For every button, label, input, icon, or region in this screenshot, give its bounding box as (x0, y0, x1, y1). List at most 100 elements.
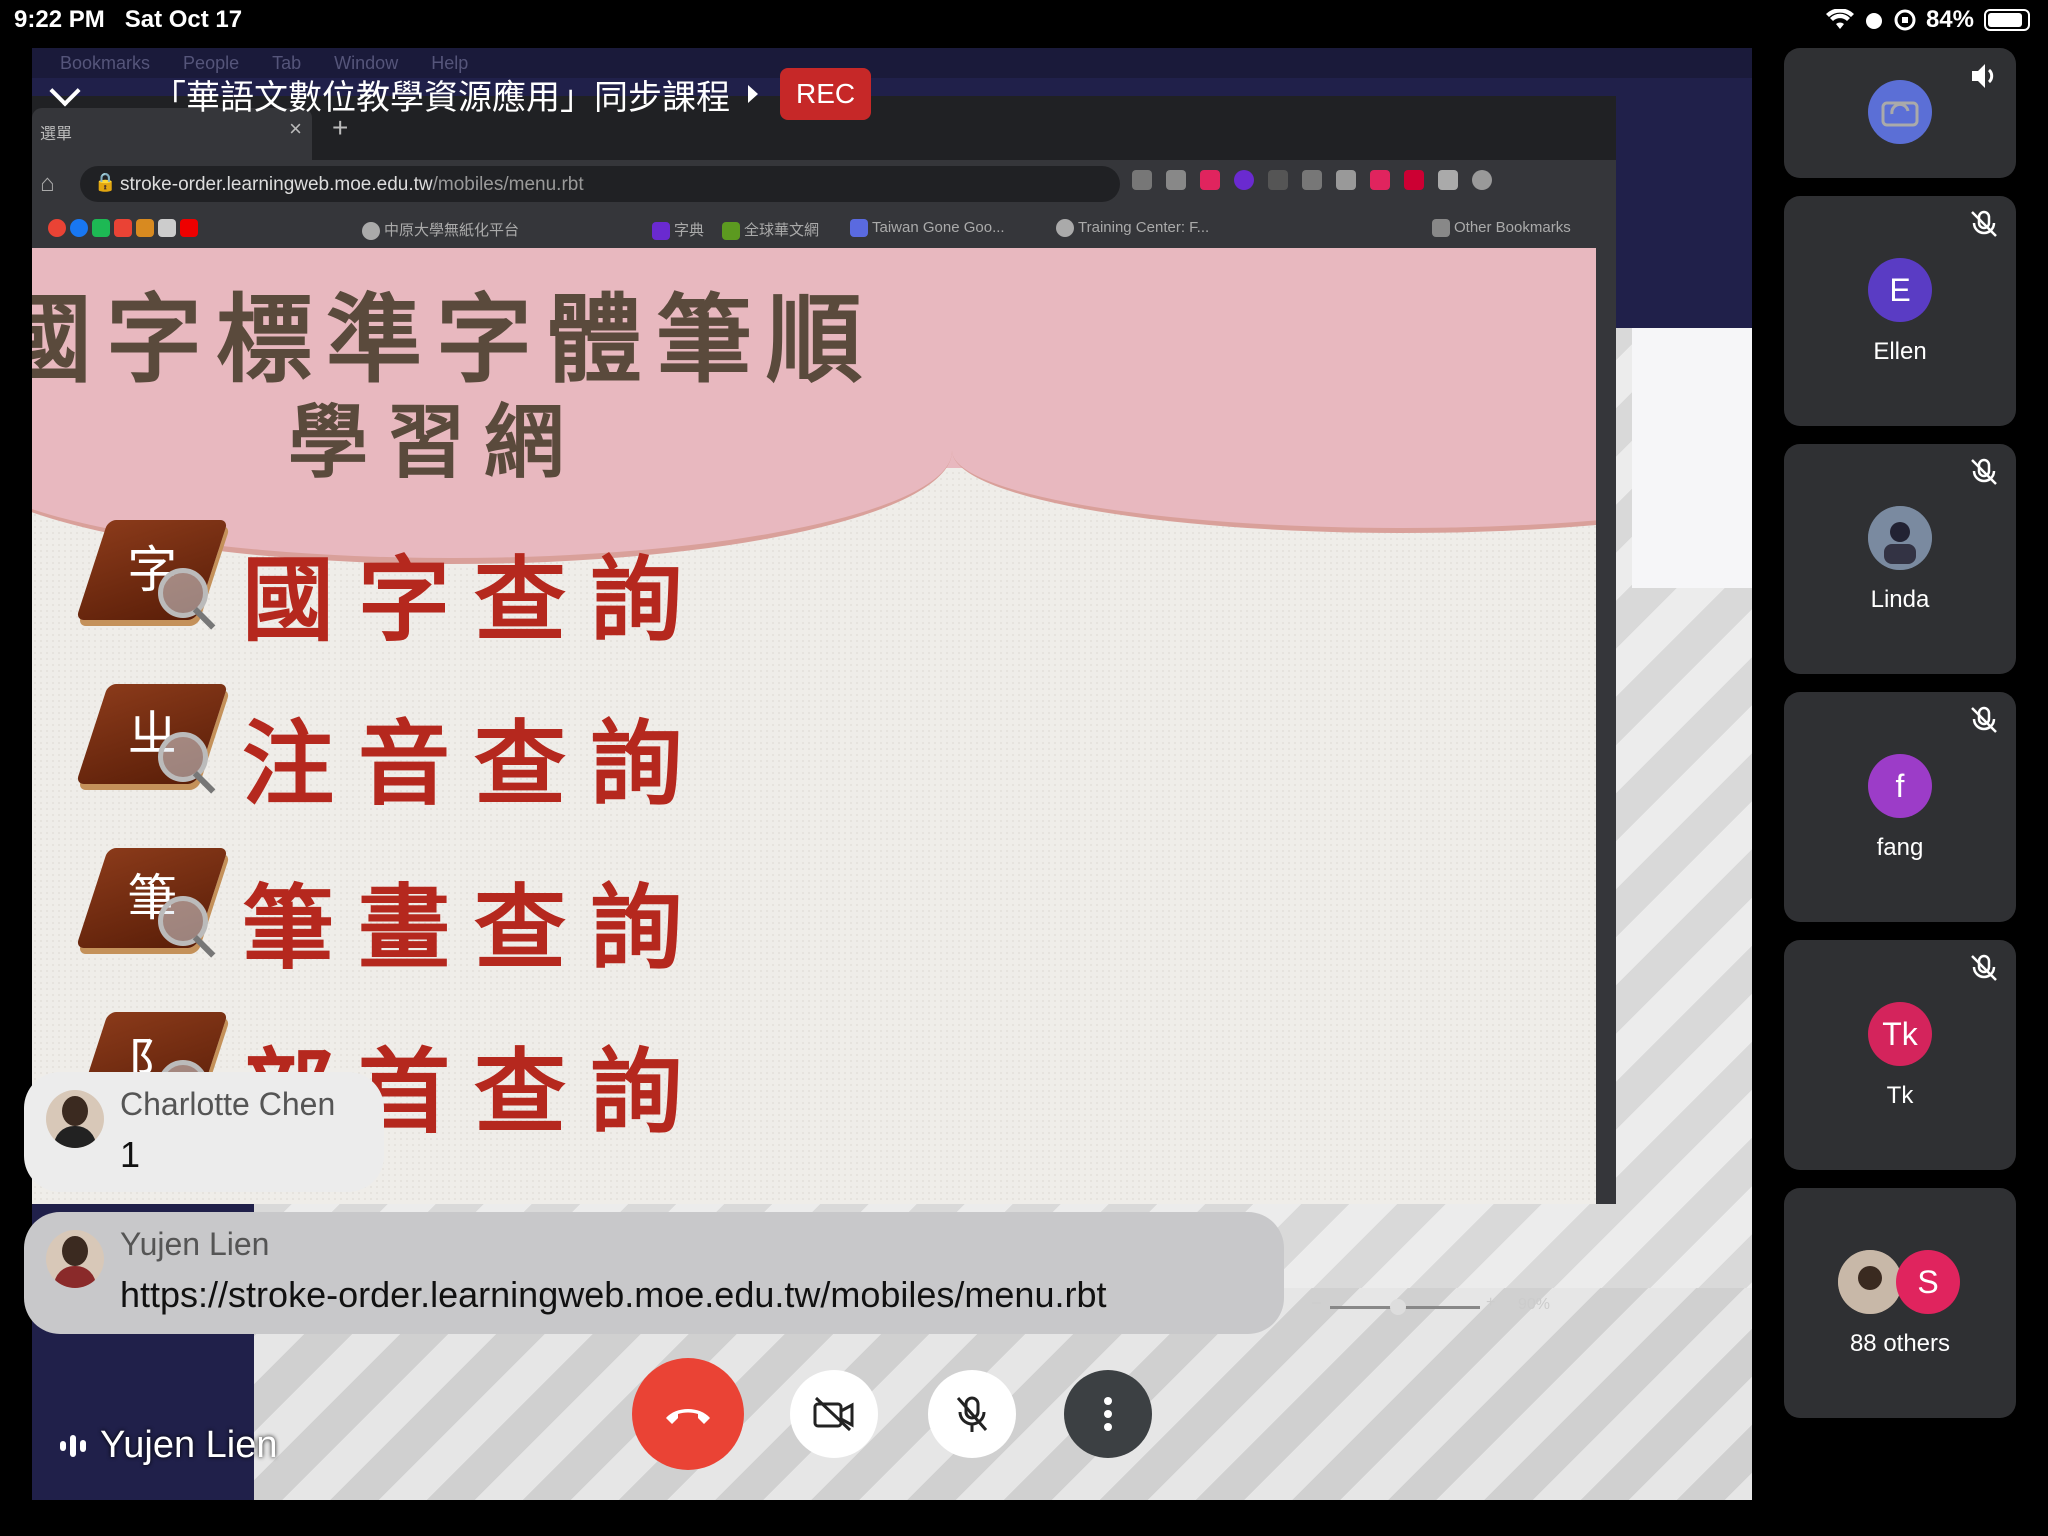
other-bookmarks[interactable]: Other Bookmarks (1432, 219, 1571, 238)
avatar (1838, 1250, 1902, 1314)
profile-photo (1868, 506, 1932, 570)
camera-switch-icon (1881, 101, 1919, 127)
mic-toggle-button[interactable] (928, 1370, 1016, 1458)
zoom-level: 90% (1518, 1296, 1551, 1313)
avatar: f (1868, 754, 1932, 818)
magnifier-icon (158, 732, 208, 782)
magnifier-icon (158, 896, 208, 946)
bookmarks-bar: 中原大學無紙化平台 字典 全球華文網 Taiwan Gone Goo... Tr… (32, 208, 1616, 248)
participant-name: Linda (1870, 586, 1930, 613)
bookmark-item[interactable]: 中原大學無紙化平台 (362, 219, 519, 241)
url-path: /mobiles/menu.rbt (432, 174, 584, 195)
url-host: stroke-order.learningweb.moe.edu.tw (120, 174, 433, 195)
chat-sender: Yujen Lien (120, 1226, 270, 1262)
bookmark-item[interactable]: Training Center: F... (1056, 219, 1209, 238)
recording-badge: REC (780, 68, 872, 120)
site-subtitle: 學習網 (288, 395, 582, 489)
zoom-control: – + 90% (1260, 1292, 1640, 1322)
avatar (1868, 506, 1932, 570)
chat-message[interactable]: Charlotte Chen 1 (24, 1072, 384, 1192)
wifi-icon (1825, 9, 1854, 29)
chat-text: https://stroke-order.learningweb.moe.edu… (120, 1274, 1107, 1315)
status-time: 9:22 PM Sat Oct 17 (14, 6, 243, 33)
participant-tile[interactable]: f fang (1784, 692, 2016, 922)
bookmark-item[interactable]: 全球華文網 (722, 219, 819, 241)
participant-tile[interactable]: Tk Tk (1784, 940, 2016, 1170)
screen-rotation-lock-icon (1894, 9, 1916, 31)
chat-text: 1 (120, 1134, 141, 1175)
extension-icon[interactable] (1268, 170, 1288, 190)
avatar (46, 1090, 104, 1148)
mic-off-icon (1971, 458, 1997, 485)
battery-percent: 84% (1925, 6, 1974, 33)
meeting-header: 「華語文數位教學資源應用」同步課程 REC (32, 66, 872, 122)
menu-item-label: 國字查詢 (242, 546, 707, 654)
zoom-slider-knob[interactable] (1390, 1299, 1406, 1315)
speaker-name: Yujen Lien (100, 1424, 278, 1466)
phone-hangup-icon (666, 1409, 710, 1424)
speaker-icon[interactable] (1968, 60, 2000, 92)
avatar (1868, 80, 1932, 144)
chevron-right-icon[interactable] (748, 85, 758, 103)
extension-icon[interactable] (1234, 170, 1254, 190)
extension-icon[interactable] (1336, 170, 1356, 190)
avatar: E (1868, 258, 1932, 322)
meeting-title[interactable]: 「華語文數位教學資源應用」同步課程 (152, 70, 730, 119)
chat-message[interactable]: Yujen Lien https://stroke-order.learning… (24, 1212, 1284, 1334)
participant-tile[interactable]: E Ellen (1784, 196, 2016, 426)
participant-tile-others[interactable]: S 88 others (1784, 1188, 2016, 1418)
extension-icon[interactable] (1302, 170, 1322, 190)
dictionary-book-icon: 字 (75, 520, 229, 620)
extension-icon[interactable] (1200, 170, 1220, 190)
alarm-icon (1865, 13, 1882, 29)
camera-off-icon (813, 1396, 854, 1432)
web-page: 國字標準字體筆順 學習網 字 國字查詢 ㄓ 注音查詢 筆 筆畫查詢 阝 部首查詢 (32, 248, 1596, 1204)
mic-off-icon (1971, 210, 1997, 237)
battery-icon (1984, 9, 2030, 31)
menu-item-label: 筆畫查詢 (242, 874, 707, 982)
avatar: S (1896, 1250, 1960, 1314)
lock-icon: 🔒 (94, 172, 117, 192)
bookmark-item[interactable]: Taiwan Gone Goo... (850, 219, 1005, 238)
chat-sender: Charlotte Chen (120, 1086, 336, 1122)
zoom-out-icon[interactable]: – (1312, 1294, 1321, 1312)
bookmark-icons (48, 219, 202, 238)
dictionary-book-icon: 筆 (75, 848, 229, 948)
mic-off-icon (1971, 954, 1997, 981)
chevron-down-icon[interactable] (32, 66, 92, 122)
audio-level-icon (60, 1434, 86, 1457)
home-icon[interactable]: ⌂ (40, 170, 55, 198)
profile-icon[interactable] (1472, 170, 1492, 190)
participant-tile[interactable]: Linda (1784, 444, 2016, 674)
participant-name: 88 others (1849, 1330, 1951, 1357)
magnifier-icon (158, 568, 208, 618)
more-vertical-icon (1104, 1397, 1112, 1431)
end-call-button[interactable] (632, 1358, 744, 1470)
profile-photo (1838, 1250, 1902, 1314)
participant-name: fang (1876, 834, 1924, 861)
more-options-button[interactable] (1064, 1370, 1152, 1458)
participant-tile-self[interactable] (1784, 48, 2016, 178)
extension-icon[interactable] (1132, 170, 1152, 190)
address-row: ⌂ 🔒 stroke-order.learningweb.moe.edu.tw/… (32, 160, 1616, 208)
dictionary-book-icon: ㄓ (75, 684, 229, 784)
avatar: Tk (1868, 1002, 1932, 1066)
bookmark-item[interactable]: 字典 (652, 219, 704, 241)
extension-icons (1132, 170, 1492, 190)
extension-icon[interactable] (1370, 170, 1390, 190)
extension-icon[interactable] (1166, 170, 1186, 190)
zoom-in-icon[interactable]: + (1486, 1294, 1495, 1312)
avatar (46, 1230, 104, 1288)
site-banner: 國字標準字體筆順 學習網 (32, 248, 1596, 564)
mic-off-icon (956, 1396, 988, 1432)
participant-name: Ellen (1873, 338, 1927, 365)
tab-title: 選單 (40, 126, 73, 143)
puzzle-icon[interactable] (1438, 170, 1458, 190)
active-speaker: Yujen Lien (60, 1424, 278, 1467)
extension-icon[interactable] (1404, 170, 1424, 190)
browser-window: 選單 × + ⌂ 🔒 stroke-order.learningweb.moe.… (32, 96, 1616, 1204)
camera-toggle-button[interactable] (790, 1370, 878, 1458)
menu-item-label: 注音查詢 (242, 710, 707, 818)
mic-off-icon (1971, 706, 1997, 733)
address-bar[interactable]: 🔒 stroke-order.learningweb.moe.edu.tw/mo… (80, 166, 1120, 202)
